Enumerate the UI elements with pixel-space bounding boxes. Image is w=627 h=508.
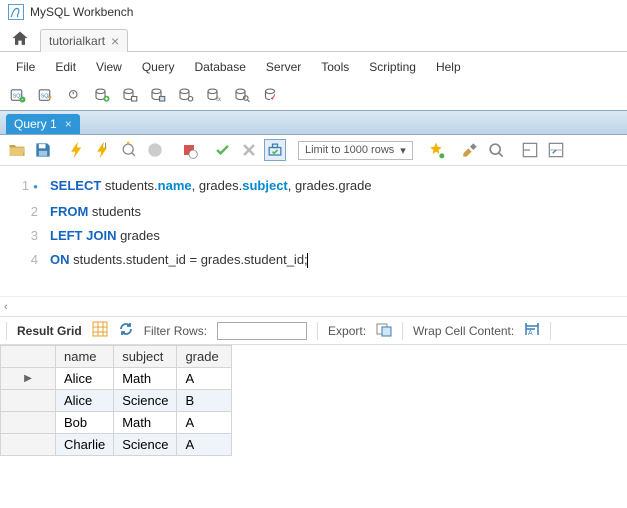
db-func-button[interactable]: fx	[202, 84, 226, 106]
result-grid-label: Result Grid	[17, 324, 82, 338]
close-icon[interactable]: ×	[65, 117, 72, 131]
table-row[interactable]: Bob Math A	[1, 412, 232, 434]
query-tabs: Query 1 ×	[0, 110, 627, 135]
refresh-icon[interactable]	[118, 321, 134, 340]
panel1-button[interactable]	[519, 139, 541, 161]
line-number: 4	[31, 252, 38, 267]
db-proc-button[interactable]	[174, 84, 198, 106]
brush-button[interactable]	[459, 139, 481, 161]
open-sql-button[interactable]: SQL	[34, 84, 58, 106]
menu-query[interactable]: Query	[132, 56, 185, 78]
grid-view-icon[interactable]	[92, 321, 108, 340]
line-number: 3	[31, 228, 38, 243]
panel2-button[interactable]	[545, 139, 567, 161]
explain-button[interactable]	[118, 139, 140, 161]
col-header-grade[interactable]: grade	[177, 346, 232, 368]
execute-button[interactable]	[66, 139, 88, 161]
result-toolbar: Result Grid Filter Rows: Export: Wrap Ce…	[0, 316, 627, 345]
menu-server[interactable]: Server	[256, 56, 311, 78]
text-cursor	[307, 253, 308, 268]
editor-toolbar: I Limit to 1000 rows ▾	[0, 135, 627, 166]
main-toolbar: SQL+ SQL fx	[0, 82, 627, 110]
chevron-down-icon: ▾	[400, 144, 406, 157]
svg-text:+: +	[21, 97, 24, 102]
menu-scripting[interactable]: Scripting	[359, 56, 426, 78]
menu-help[interactable]: Help	[426, 56, 471, 78]
menu-database[interactable]: Database	[185, 56, 256, 78]
row-marker	[1, 412, 56, 434]
table-row[interactable]: Charlie Science A	[1, 434, 232, 456]
db-view-button[interactable]	[146, 84, 170, 106]
commit-button[interactable]	[212, 139, 234, 161]
row-marker	[1, 390, 56, 412]
query-tab[interactable]: Query 1 ×	[6, 114, 80, 134]
filter-rows-label: Filter Rows:	[144, 324, 207, 338]
app-title: MySQL Workbench	[30, 5, 133, 19]
export-label: Export:	[328, 324, 366, 338]
limit-rows-select[interactable]: Limit to 1000 rows ▾	[298, 141, 413, 160]
row-marker	[1, 434, 56, 456]
inspector-button[interactable]	[62, 84, 86, 106]
line-number: 2	[31, 204, 38, 219]
autocommit-button[interactable]	[264, 139, 286, 161]
new-sql-tab-button[interactable]: SQL+	[6, 84, 30, 106]
export-icon[interactable]	[376, 321, 392, 340]
connection-tabs: tutorialkart ×	[0, 24, 627, 52]
connection-tab[interactable]: tutorialkart ×	[40, 29, 128, 52]
svg-text:fx: fx	[216, 97, 221, 103]
wrap-icon[interactable]: A	[524, 321, 540, 340]
beautify-button[interactable]	[425, 139, 447, 161]
result-grid[interactable]: name subject grade ▶ Alice Math A Alice …	[0, 345, 232, 456]
title-bar: MySQL Workbench	[0, 0, 627, 24]
svg-text:A: A	[528, 330, 533, 337]
filter-rows-input[interactable]	[217, 322, 307, 340]
col-header-name[interactable]: name	[56, 346, 114, 368]
execute-current-button[interactable]: I	[92, 139, 114, 161]
svg-text:I: I	[105, 141, 107, 150]
menu-view[interactable]: View	[86, 56, 132, 78]
app-icon	[8, 4, 24, 20]
rollback-button[interactable]	[238, 139, 260, 161]
find-button[interactable]	[485, 139, 507, 161]
wrap-label: Wrap Cell Content:	[413, 324, 514, 338]
menu-tools[interactable]: Tools	[311, 56, 359, 78]
query-tab-label: Query 1	[14, 117, 57, 131]
connection-tab-label: tutorialkart	[49, 34, 105, 48]
row-marker: ▶	[1, 368, 56, 390]
menu-edit[interactable]: Edit	[45, 56, 86, 78]
save-button[interactable]	[32, 139, 54, 161]
open-file-button[interactable]	[6, 139, 28, 161]
editor-scrollbar[interactable]: ‹	[0, 296, 627, 316]
close-icon[interactable]: ×	[111, 34, 119, 48]
stop-button[interactable]	[144, 139, 166, 161]
col-header-subject[interactable]: subject	[114, 346, 177, 368]
table-row[interactable]: Alice Science B	[1, 390, 232, 412]
row-header-blank	[1, 346, 56, 368]
db-table-button[interactable]	[118, 84, 142, 106]
db-add-button[interactable]	[90, 84, 114, 106]
db-refresh-button[interactable]	[258, 84, 282, 106]
menu-file[interactable]: File	[6, 56, 45, 78]
home-button[interactable]	[6, 27, 34, 51]
limit-rows-label: Limit to 1000 rows	[305, 144, 394, 156]
stop-on-error-button[interactable]	[178, 139, 200, 161]
table-row[interactable]: ▶ Alice Math A	[1, 368, 232, 390]
db-search-button[interactable]	[230, 84, 254, 106]
sql-editor[interactable]: 1 SELECT students.name, grades.subject, …	[0, 166, 627, 296]
menu-bar: File Edit View Query Database Server Too…	[0, 52, 627, 82]
